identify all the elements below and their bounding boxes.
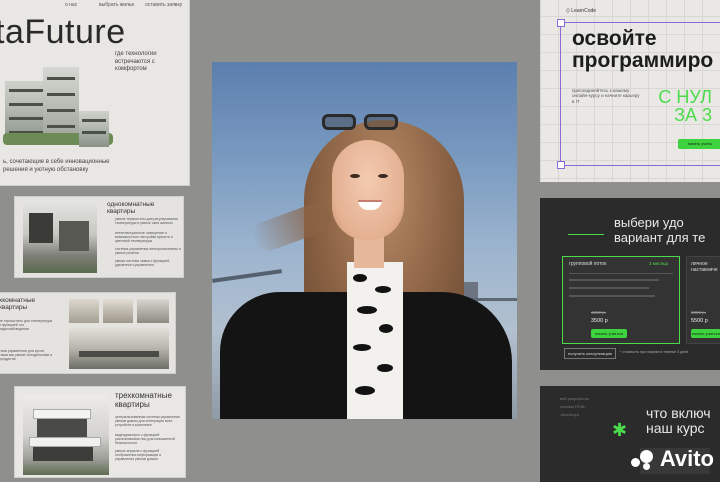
learncode-logo: ⟨⟩ LearnCode [566, 8, 596, 14]
interior-image-1 [69, 299, 99, 323]
learncode-title: освойте программиро [572, 27, 714, 73]
course-title: что включ наш курс [646, 405, 711, 437]
group-plan-start-button[interactable]: начать учиться [591, 329, 627, 338]
learncode-brand: LearnCode [571, 8, 597, 14]
nav-link-housing: выбрать жилье [99, 2, 135, 8]
personal-plan-name: личное наставниче [691, 261, 718, 273]
panel-tafuture-hero: о нас выбрать жилье оставить заявку taFu… [0, 0, 190, 186]
multi-room-desc-2: тема управления для кухни, такая как умн… [0, 349, 53, 362]
interior-image-2 [103, 299, 133, 323]
nav-link-request: оставить заявку [145, 2, 183, 8]
avito-logo-icon [630, 450, 655, 471]
brand-title: taFuture [0, 13, 126, 51]
nav-link-about: о нас [65, 2, 78, 8]
frame-handle-bl [557, 161, 565, 169]
pricing-card-personal: личное наставниче 6000 р. 5500 р начать … [686, 256, 720, 344]
panel-pricing: выбери удо вариант для те групповой пото… [540, 198, 720, 370]
pricing-title: выбери удо вариант для те [614, 215, 706, 245]
pricing-note: * стоимость при покупке в течение 3 дней [620, 350, 688, 354]
face [332, 140, 404, 240]
group-plan-name: групповой поток [569, 261, 607, 267]
group-plan-months: 3 месяца [649, 261, 669, 266]
interior-image-3 [137, 299, 169, 323]
three-room-feature-1: централизованная система управления умны… [115, 415, 180, 428]
personal-plan-old-price: 6000 р. [691, 310, 707, 315]
personal-plan-price: 5500 р [691, 318, 708, 324]
one-room-feature-2: интеллектуальное освещение и возможность… [115, 231, 173, 244]
apartment-image [23, 203, 97, 273]
frame-handle-tl [557, 19, 565, 27]
one-room-feature-4: умная система замка с функцией удаленног… [115, 259, 170, 268]
one-room-feature-1: умные термостаты для регулирования темпе… [115, 217, 178, 226]
three-room-image [23, 395, 109, 475]
course-tag-2: основы HTML [560, 404, 586, 409]
profile-photo [212, 62, 517, 419]
learncode-subtitle: присоединяйтесь к нашему онлайн-курсу и … [572, 88, 640, 104]
panel-multi-room: хкомнатные квартиры ие термостаты для те… [0, 292, 176, 374]
group-plan-price: 3500 р [591, 318, 608, 324]
exterior-image [69, 327, 169, 369]
code-bracket-icon: ⟨⟩ [566, 8, 570, 14]
pricing-arrow-icon [568, 234, 604, 235]
start-learning-button[interactable]: начать учиты [678, 139, 720, 149]
hero-description: ь, сочетающие в себе инновационные решен… [3, 159, 110, 173]
panel-three-room: трехкомнатные квартиры централизованная … [14, 386, 186, 478]
asterisk-icon: ✱ [612, 420, 628, 440]
panel-learncode: ⟨⟩ LearnCode освойте программиро присоед… [540, 0, 720, 182]
learncode-neon-text: С НУЛ ЗА 3 [658, 87, 712, 125]
one-room-feature-3: система управления электропитанием и умн… [115, 247, 181, 256]
one-room-heading: однокомнатные квартиры [107, 201, 155, 216]
multi-room-heading: хкомнатные квартиры [0, 297, 36, 312]
building-image-2 [79, 107, 119, 147]
patterned-top [347, 262, 403, 419]
three-room-heading: трехкомнатные квартиры [115, 391, 172, 410]
personal-plan-start-button[interactable]: начать учиться [691, 329, 720, 338]
course-tag-1: веб-разработка [560, 396, 589, 401]
three-room-feature-2: видеодомофон с функцией распознавания ли… [115, 433, 176, 446]
panel-one-room: однокомнатные квартиры умные термостаты … [14, 196, 184, 278]
course-tag-3: JavaScript [560, 412, 579, 417]
avito-watermark-text: Avito [659, 446, 714, 471]
consultation-button[interactable]: получить консультацию [564, 348, 616, 359]
group-plan-old-price: 4000 р. [591, 310, 607, 315]
multi-room-desc: ие термостаты для температуры и функцией… [0, 319, 53, 332]
sunglasses [322, 114, 400, 132]
avito-watermark: Avito [630, 446, 714, 472]
pricing-card-group: групповой поток 3 месяца 4000 р. 3500 р … [562, 256, 680, 344]
brand-tagline: где технологии встречаются с комфортом [115, 51, 157, 72]
three-room-feature-3: умные зеркала с функцией отображения инф… [115, 449, 162, 462]
